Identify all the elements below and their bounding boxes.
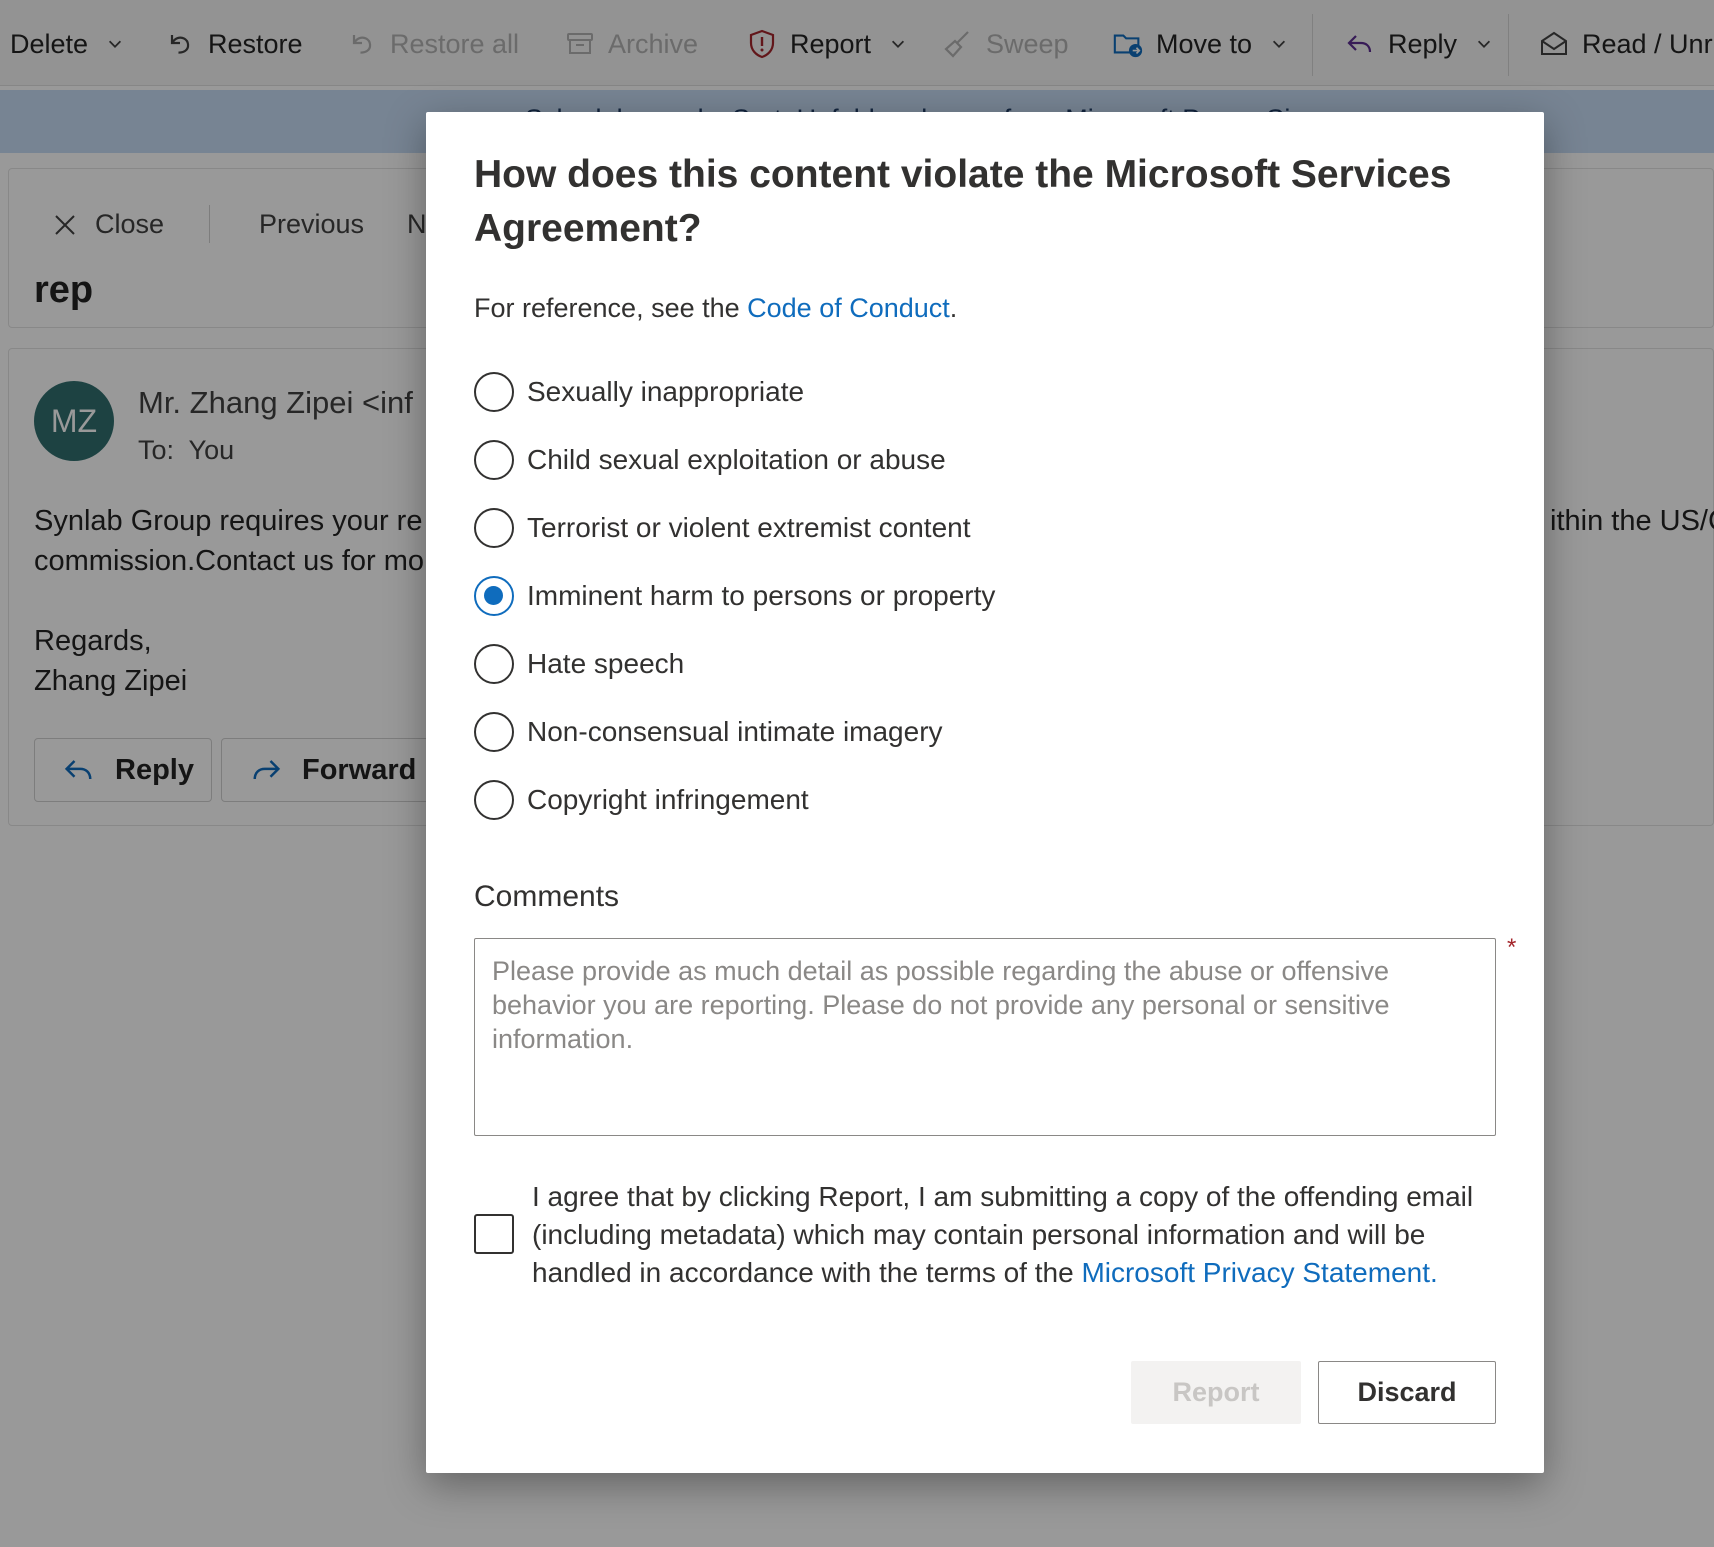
comments-field[interactable] [474,938,1496,1136]
required-indicator: * [1507,934,1517,961]
code-of-conduct-link[interactable]: Code of Conduct [747,293,950,323]
report-submit-button[interactable]: Report [1131,1361,1301,1424]
option-hate-speech[interactable]: Hate speech [474,642,684,686]
option-label: Child sexual exploitation or abuse [527,444,946,475]
option-label: Terrorist or violent extremist content [527,512,971,543]
privacy-statement-link[interactable]: Microsoft Privacy Statement. [1081,1257,1437,1288]
option-label: Imminent harm to persons or property [527,580,996,611]
option-copyright[interactable]: Copyright infringement [474,778,809,822]
reference-suffix: . [949,293,958,323]
reference-line: For reference, see the Code of Conduct. [474,293,957,324]
radio-button[interactable] [474,372,514,412]
option-terrorist-content[interactable]: Terrorist or violent extremist content [474,506,971,550]
radio-button-selected[interactable] [474,576,514,616]
dialog-title: How does this content violate the Micros… [474,153,1452,250]
radio-button[interactable] [474,508,514,548]
report-dialog: How does this content violate the Micros… [426,112,1544,1473]
radio-button[interactable] [474,780,514,820]
radio-button[interactable] [474,440,514,480]
agree-text: I agree that by clicking Report, I am su… [532,1178,1522,1292]
radio-button[interactable] [474,644,514,684]
option-child-exploitation[interactable]: Child sexual exploitation or abuse [474,438,946,482]
agree-checkbox[interactable] [474,1214,514,1254]
option-non-consensual-imagery[interactable]: Non-consensual intimate imagery [474,710,943,754]
option-sexually-inappropriate[interactable]: Sexually inappropriate [474,370,804,414]
option-label: Non-consensual intimate imagery [527,716,943,747]
radio-button[interactable] [474,712,514,752]
option-label: Hate speech [527,648,685,679]
comments-label: Comments [474,880,620,913]
discard-button[interactable]: Discard [1318,1361,1496,1424]
option-label: Sexually inappropriate [527,376,805,407]
reference-text: For reference, see the [474,293,748,323]
option-imminent-harm[interactable]: Imminent harm to persons or property [474,574,995,618]
option-label: Copyright infringement [527,784,809,815]
